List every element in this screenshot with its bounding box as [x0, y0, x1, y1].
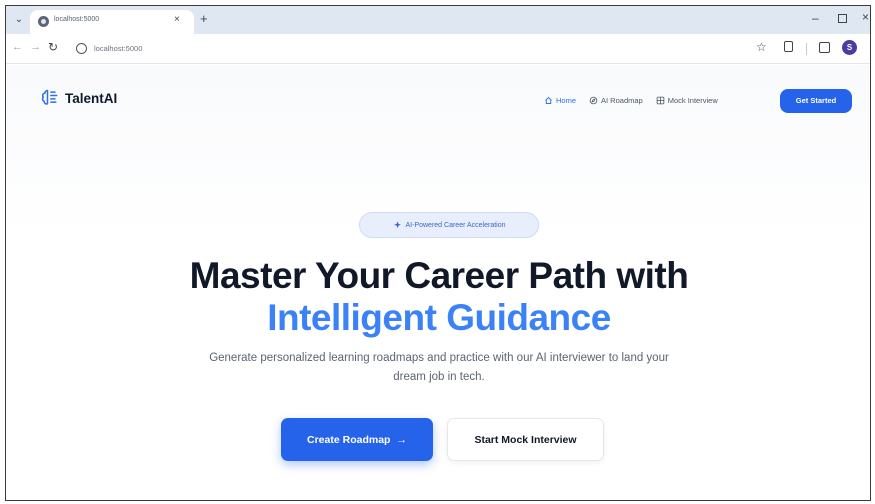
back-icon[interactable]: ← [12, 41, 23, 53]
get-started-button[interactable]: Get Started [780, 89, 852, 113]
reload-icon[interactable]: ↻ [48, 40, 58, 54]
url-text: localhost:5000 [94, 44, 143, 53]
new-tab-icon[interactable]: + [200, 11, 208, 26]
site-info-icon[interactable] [76, 43, 87, 54]
minimize-icon[interactable]: – [812, 11, 819, 25]
create-roadmap-button[interactable]: Create Roadmap → [281, 418, 433, 461]
browser-toolbar: ← → ↻ localhost:5000 ☆ S ⋮ [6, 34, 870, 64]
address-bar[interactable]: localhost:5000 [70, 38, 750, 60]
nav-item-ai-roadmap[interactable]: AI Roadmap [589, 96, 643, 105]
extensions-icon[interactable] [784, 41, 793, 52]
nav-item-mock-interview[interactable]: Mock Interview [656, 96, 718, 105]
hero-badge: AI-Powered Career Acceleration [359, 212, 539, 238]
grid-icon [656, 96, 665, 104]
page-content: TalentAI Home AI Roadmap Mock Interview … [6, 65, 870, 500]
browser-tab[interactable]: localhost:5000 × [30, 10, 194, 34]
brain-icon [41, 89, 58, 105]
tab-strip: ⌄ localhost:5000 × + – × [6, 6, 870, 34]
nav-label-home: Home [556, 95, 577, 105]
forward-icon[interactable]: → [30, 41, 41, 53]
nav-label-mock-interview: Mock Interview [667, 95, 718, 105]
compass-icon [589, 96, 598, 104]
brand-logo[interactable]: TalentAI [40, 87, 117, 109]
start-mock-interview-button[interactable]: Start Mock Interview [447, 418, 604, 461]
window-close-icon[interactable]: × [862, 10, 869, 24]
arrow-right-icon: → [396, 433, 407, 446]
sparkle-icon [393, 220, 401, 228]
tab-title: localhost:5000 [54, 16, 100, 23]
favicon-icon [38, 16, 49, 27]
tab-close-icon[interactable]: × [174, 14, 180, 25]
hero-title-line2: Intelligent Guidance [267, 297, 611, 338]
browser-window: ⌄ localhost:5000 × + – × ← → ↻ localhost… [5, 5, 871, 501]
toolbar-divider [806, 43, 807, 55]
home-icon [545, 96, 552, 104]
nav-label-ai-roadmap: AI Roadmap [601, 95, 643, 105]
nav-item-home[interactable]: Home [544, 96, 576, 105]
tab-search-icon[interactable]: ⌄ [12, 13, 26, 27]
bookmark-star-icon[interactable]: ☆ [756, 40, 767, 54]
restore-icon[interactable] [838, 14, 847, 23]
menu-icon[interactable]: ⋮ [866, 40, 870, 53]
hero-title-line1: Master Your Career Path with [189, 255, 689, 296]
hero-badge-text: AI-Powered Career Acceleration [405, 221, 506, 229]
hero-subtitle: Generate personalized learning roadmaps … [209, 352, 669, 383]
side-panel-icon[interactable] [819, 42, 830, 53]
brand-name: TalentAI [65, 90, 118, 106]
profile-avatar[interactable]: S [842, 40, 857, 55]
create-roadmap-label: Create Roadmap [307, 433, 391, 446]
main-nav: Home AI Roadmap Mock Interview [544, 88, 731, 112]
